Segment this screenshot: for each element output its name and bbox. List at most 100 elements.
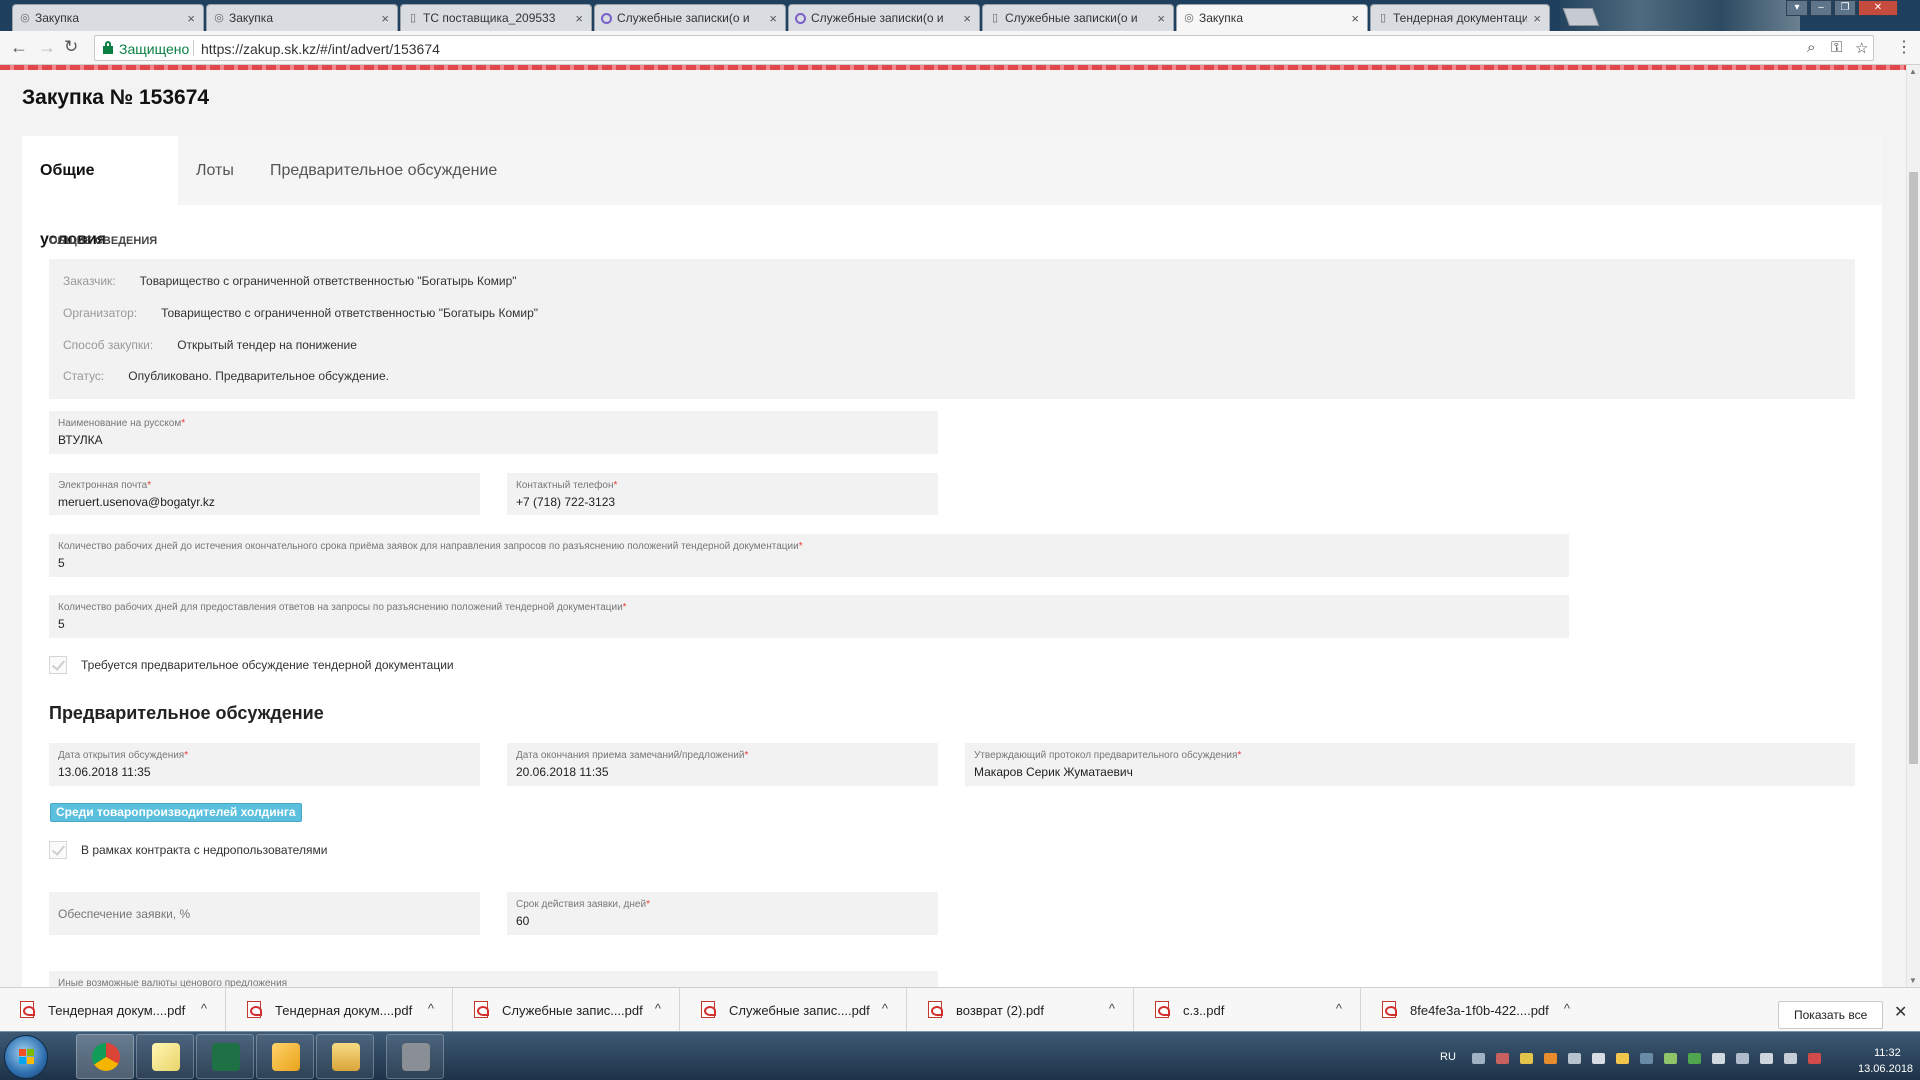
page-scrollbar[interactable]: ▲ ▼: [1906, 65, 1920, 987]
chevron-up-icon[interactable]: ^: [1109, 1001, 1115, 1016]
printer-icon[interactable]: [1760, 1053, 1773, 1064]
taskbar-notes[interactable]: [136, 1034, 194, 1079]
tray-icon[interactable]: [1568, 1053, 1581, 1064]
user-icon[interactable]: ▾: [1786, 0, 1808, 16]
tab-close-icon[interactable]: ×: [187, 11, 195, 26]
browser-tab[interactable]: ◎ Закупка ×: [206, 4, 398, 31]
field-value: 5: [58, 617, 65, 631]
tab-close-icon[interactable]: ×: [381, 11, 389, 26]
tray-icon[interactable]: [1664, 1053, 1677, 1064]
download-item[interactable]: Тендерная докум....pdf ^: [227, 988, 453, 1032]
language-indicator[interactable]: RU: [1440, 1051, 1456, 1063]
search-icon[interactable]: ⌕: [1807, 39, 1815, 56]
validity-days-field[interactable]: Срок действия заявки, дней* 60: [507, 892, 938, 935]
bookmark-star-icon[interactable]: ☆: [1855, 39, 1868, 57]
globe-icon: ◎: [1184, 12, 1194, 24]
menu-icon[interactable]: ⋮: [1896, 37, 1912, 57]
tray-icon[interactable]: [1736, 1053, 1749, 1064]
browser-tab[interactable]: Служебные записки(о и ×: [788, 4, 980, 31]
tray-icon[interactable]: [1616, 1053, 1629, 1064]
chevron-up-icon[interactable]: ^: [428, 1001, 434, 1016]
key-icon[interactable]: ⚿: [1831, 39, 1842, 56]
flag-icon[interactable]: [1808, 1053, 1821, 1064]
reload-icon[interactable]: ↻: [64, 38, 78, 56]
chevron-up-icon[interactable]: ^: [655, 1001, 661, 1016]
tab-close-icon[interactable]: ×: [963, 11, 971, 26]
chevron-up-icon[interactable]: ^: [1564, 1001, 1570, 1016]
show-all-downloads-button[interactable]: Показать все: [1778, 1001, 1884, 1029]
download-item[interactable]: Тендерная докум....pdf ^: [0, 988, 226, 1032]
close-icon[interactable]: ✕: [1894, 1002, 1907, 1022]
close-window-icon[interactable]: ✕: [1858, 0, 1898, 16]
tray-icon[interactable]: [1544, 1053, 1557, 1064]
volume-icon[interactable]: [1592, 1053, 1605, 1064]
browser-tab[interactable]: ◎ Закупка ×: [12, 4, 204, 31]
browser-tab[interactable]: ▯ Тендерная документаци ×: [1370, 4, 1550, 31]
tray-icon[interactable]: [1688, 1053, 1701, 1064]
forward-arrow-icon[interactable]: →: [38, 38, 56, 56]
days-answers-field[interactable]: Количество рабочих дней для предоставлен…: [49, 595, 1569, 638]
tray-icon[interactable]: [1496, 1053, 1509, 1064]
browser-tab-active[interactable]: ◎ Закупка ×: [1176, 4, 1368, 31]
taskbar-chrome[interactable]: [76, 1034, 134, 1079]
loading-circle-icon: [601, 13, 612, 24]
tab-close-icon[interactable]: ×: [1351, 11, 1359, 26]
clock-time[interactable]: 11:32: [1874, 1047, 1901, 1059]
tab-close-icon[interactable]: ×: [769, 11, 777, 26]
name-ru-field[interactable]: Наименование на русском* ВТУЛКА: [49, 411, 938, 454]
back-arrow-icon[interactable]: ←: [10, 38, 28, 56]
minimize-icon[interactable]: ‒: [1810, 0, 1832, 16]
scroll-thumb[interactable]: [1909, 172, 1918, 764]
omnibox[interactable]: Защищено https://zakup.sk.kz/#/int/adver…: [94, 35, 1874, 61]
download-item[interactable]: с.з..pdf ^: [1135, 988, 1361, 1032]
download-item[interactable]: возврат (2).pdf ^: [908, 988, 1134, 1032]
network-icon[interactable]: [1784, 1053, 1797, 1064]
taskbar-excel[interactable]: [196, 1034, 254, 1079]
prediscussion-required-checkbox[interactable]: Требуется предварительное обсуждение тен…: [49, 656, 454, 674]
download-item[interactable]: Служебные запис....pdf ^: [454, 988, 680, 1032]
taskbar-explorer[interactable]: [316, 1034, 374, 1079]
pdf-icon: [1155, 1001, 1170, 1018]
close-date-field[interactable]: Дата окончания приема замечаний/предложе…: [507, 743, 938, 786]
taskbar-outlook[interactable]: [256, 1034, 314, 1079]
field-value: 13.06.2018 11:35: [58, 765, 151, 779]
scroll-down-icon[interactable]: ▼: [1909, 976, 1917, 985]
open-date-field[interactable]: Дата открытия обсуждения* 13.06.2018 11:…: [49, 743, 480, 786]
chevron-up-icon[interactable]: ^: [1336, 1001, 1342, 1016]
checkbox-icon[interactable]: [49, 841, 67, 859]
tray-icon[interactable]: [1520, 1053, 1533, 1064]
browser-tab[interactable]: ▯ ТС поставщика_209533 ×: [400, 4, 592, 31]
email-field[interactable]: Электронная почта* meruert.usenova@bogat…: [49, 473, 480, 515]
url-text[interactable]: https://zakup.sk.kz/#/int/advert/153674: [201, 41, 440, 57]
tab-close-icon[interactable]: ×: [1157, 11, 1165, 26]
subsoil-contract-checkbox[interactable]: В рамках контракта с недропользователями: [49, 841, 327, 859]
tab-prediscussion[interactable]: Предварительное обсуждение: [252, 136, 515, 205]
approver-field[interactable]: Утверждающий протокол предварительного о…: [965, 743, 1855, 786]
currencies-field[interactable]: Иные возможные валюты ценового предложен…: [49, 971, 938, 987]
start-button[interactable]: [4, 1035, 48, 1079]
phone-field[interactable]: Контактный телефон* +7 (718) 722-3123: [507, 473, 938, 515]
tab-close-icon[interactable]: ×: [575, 11, 583, 26]
restore-icon[interactable]: ❐: [1834, 0, 1856, 16]
download-item[interactable]: 8fe4fe3a-1f0b-422....pdf ^: [1362, 988, 1588, 1032]
download-item[interactable]: Служебные запис....pdf ^: [681, 988, 907, 1032]
new-tab-button[interactable]: [1562, 8, 1600, 26]
tray-icon[interactable]: [1640, 1053, 1653, 1064]
tab-general-conditions[interactable]: Общие условия: [22, 136, 178, 248]
holding-producers-badge: Среди товаропроизводителей холдинга: [50, 803, 302, 822]
browser-tab[interactable]: Служебные записки(о и ×: [594, 4, 786, 31]
browser-tab[interactable]: ▯ Служебные записки(о и ×: [982, 4, 1174, 31]
tray-icon[interactable]: [1472, 1053, 1485, 1064]
scroll-up-icon[interactable]: ▲: [1909, 67, 1917, 76]
chevron-up-icon[interactable]: ^: [882, 1001, 888, 1016]
bid-security-field[interactable]: Обеспечение заявки, %: [49, 892, 480, 935]
clock-date[interactable]: 13.06.2018: [1858, 1063, 1913, 1075]
tray-icon[interactable]: [1712, 1053, 1725, 1064]
tab-close-icon[interactable]: ×: [1533, 11, 1541, 26]
page-title: Закупка № 153674: [22, 86, 210, 109]
checkbox-icon[interactable]: [49, 656, 67, 674]
taskbar-app[interactable]: [386, 1034, 444, 1079]
chevron-up-icon[interactable]: ^: [201, 1001, 207, 1016]
tab-lots[interactable]: Лоты: [178, 136, 252, 205]
days-requests-field[interactable]: Количество рабочих дней до истечения око…: [49, 534, 1569, 577]
